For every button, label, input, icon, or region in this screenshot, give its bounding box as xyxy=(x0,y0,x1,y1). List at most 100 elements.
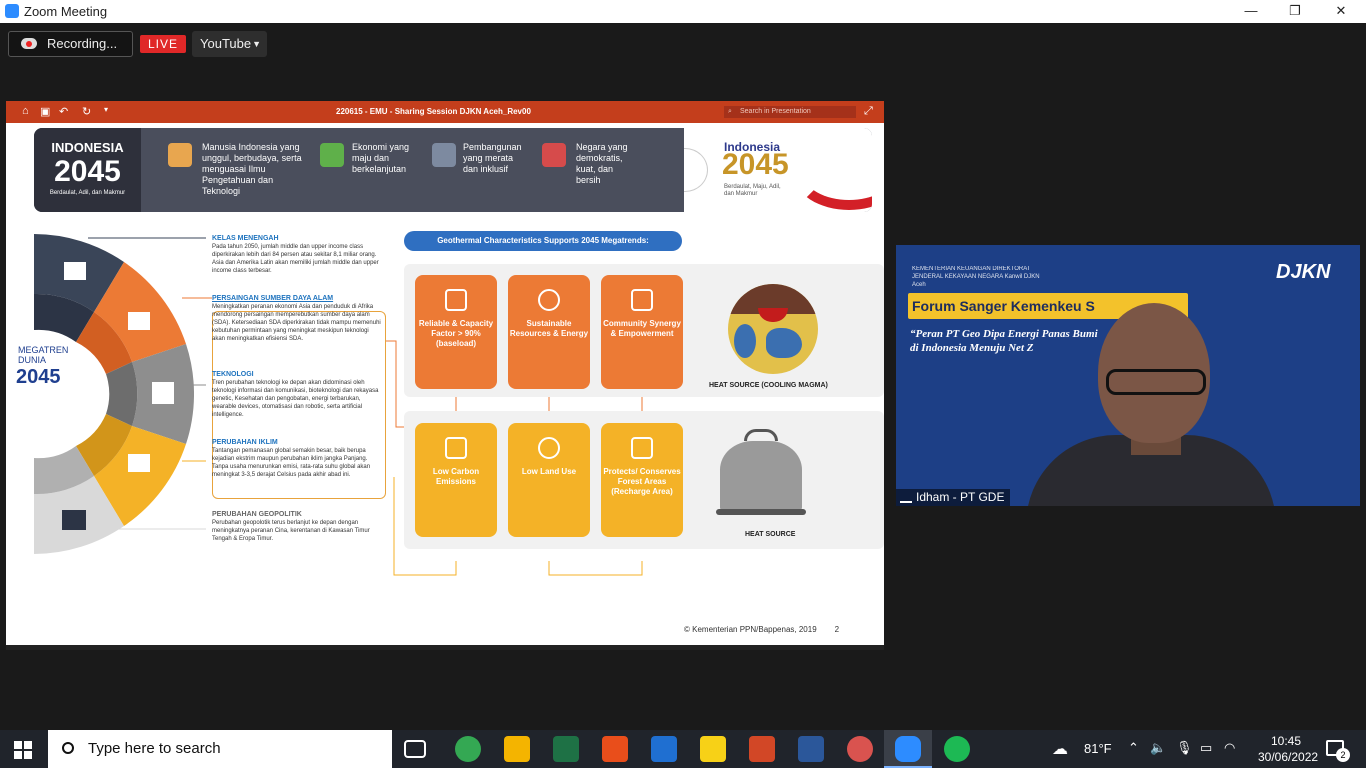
zoom-taskbar-button[interactable] xyxy=(884,730,932,768)
card-forest: Protects/ Conserves Forest Areas (Rechar… xyxy=(601,423,683,537)
taskbar-search-placeholder: Type here to search xyxy=(88,740,221,757)
word-icon[interactable] xyxy=(798,736,824,762)
trend-title: TEKNOLOGI xyxy=(212,371,254,378)
shield-check-icon xyxy=(631,437,653,459)
window-title: Zoom Meeting xyxy=(24,4,108,19)
record-dot-icon xyxy=(26,41,32,47)
spotify-icon[interactable] xyxy=(944,736,970,762)
card-label: Sustainable Resources & Energy xyxy=(509,319,589,338)
card-label: Protects/ Conserves Forest Areas (Rechar… xyxy=(603,467,681,496)
system-clock[interactable]: 10:45 30/06/2022 xyxy=(1258,733,1319,765)
zoom-app-icon xyxy=(895,736,921,762)
snipping-tool-icon[interactable] xyxy=(847,736,873,762)
trend-text: Pada tahun 2050, jumlah middle dan upper… xyxy=(212,244,379,274)
trend-title: KELAS MENENGAH xyxy=(212,235,279,242)
trend-middle-class: KELAS MENENGAH Pada tahun 2050, jumlah m… xyxy=(212,235,382,275)
heat-source-label-2: HEAT SOURCE xyxy=(745,531,796,538)
slide-footer: © Kementerian PPN/Bappenas, 2019 2 xyxy=(684,625,839,634)
kettle-lid xyxy=(744,429,778,441)
trend-text: Tantangan pemanasan global semakin besar… xyxy=(212,448,371,478)
taskbar-search-input[interactable]: Type here to search xyxy=(48,730,392,768)
meeting-stage: Recording... LIVE YouTube ▼ ⌂ ▣ ↶ ↻ ▾ 22… xyxy=(0,23,1366,730)
close-button[interactable]: ✕ xyxy=(1318,0,1364,23)
battery-icon[interactable]: ▭ xyxy=(1200,740,1212,756)
trend-text: Perubahan geopolotik terus berlanjut ke … xyxy=(212,520,370,542)
earth-magma-graphic xyxy=(728,284,818,374)
glasses xyxy=(1106,369,1206,395)
maximize-button[interactable]: ❐ xyxy=(1272,0,1318,23)
fuel-icon xyxy=(445,437,467,459)
excel-icon[interactable] xyxy=(553,736,579,762)
weather-cloud-icon[interactable]: ☁ xyxy=(1052,739,1068,759)
battery-icon xyxy=(445,289,467,311)
file-explorer-icon[interactable] xyxy=(504,736,530,762)
card-low-carbon: Low Carbon Emissions xyxy=(415,423,497,537)
geothermal-title: Geothermal Characteristics Supports 2045… xyxy=(404,231,682,251)
trend-text: Meningkatkan peranan ekonomi Asia dan pe… xyxy=(212,304,381,342)
minimize-button[interactable]: — xyxy=(1228,0,1274,23)
trend-technology: TEKNOLOGI Tren perubahan teknologi ke de… xyxy=(212,371,382,419)
card-label: Community Synergy & Empowerment xyxy=(603,319,681,338)
leaf-bulb-icon xyxy=(538,289,560,311)
participant-person xyxy=(1026,295,1286,506)
chevron-up-icon[interactable]: ⌃ xyxy=(1128,740,1139,756)
chrome-icon[interactable] xyxy=(455,736,481,762)
windows-taskbar: Type here to search ☁ 81°F ⌃ 🔈 🎙 ▭ ◠ 10:… xyxy=(0,730,1366,768)
stream-target-label: YouTube xyxy=(200,36,252,51)
ministry-logo-text: KEMENTERIAN KEUANGAN DIREKTORAT JENDERAL… xyxy=(912,266,1040,288)
heat-source-label-1: HEAT SOURCE (COOLING MAGMA) xyxy=(709,382,828,389)
trend-geopolitics: PERUBAHAN GEOPOLITIK Perubahan geopoloti… xyxy=(212,511,382,543)
trend-title: PERUBAHAN IKLIM xyxy=(212,439,278,446)
participant-name-tag: Idham - PT GDE xyxy=(896,489,1011,506)
card-reliable: Reliable & Capacity Factor > 90% (baselo… xyxy=(415,275,497,389)
page-number: 2 xyxy=(834,625,840,634)
task-view-icon[interactable] xyxy=(404,740,426,758)
participant-name: Idham - PT GDE xyxy=(916,490,1005,504)
kettle-graphic xyxy=(716,429,806,515)
notification-count: 2 xyxy=(1336,748,1350,762)
window-titlebar: Zoom Meeting — ❐ ✕ xyxy=(0,0,1366,23)
card-label: Reliable & Capacity Factor > 90% (baselo… xyxy=(418,319,494,348)
recording-label: Recording... xyxy=(47,36,118,51)
trend-natural-resources: PERSAINGAN SUMBER DAYA ALAM Meningkatkan… xyxy=(212,295,382,343)
trend-title: PERUBAHAN GEOPOLITIK xyxy=(212,511,302,518)
card-sustainable: Sustainable Resources & Energy xyxy=(508,275,590,389)
signal-bars-icon xyxy=(900,493,912,503)
leaf-icon xyxy=(538,437,560,459)
kettle-base xyxy=(716,509,806,515)
windows-start-icon[interactable] xyxy=(14,741,32,759)
clock-time: 10:45 xyxy=(1270,734,1302,748)
djkn-logo: DJKN xyxy=(1276,261,1331,283)
continent-shape xyxy=(766,328,802,358)
card-low-land-use: Low Land Use xyxy=(508,423,590,537)
live-badge[interactable]: LIVE xyxy=(140,35,186,53)
security-app-icon[interactable] xyxy=(651,736,677,762)
wifi-icon[interactable]: ◠ xyxy=(1224,740,1235,756)
continent-shape xyxy=(734,324,756,358)
card-label: Low Carbon Emissions xyxy=(432,467,480,486)
weather-temp[interactable]: 81°F xyxy=(1084,741,1112,756)
clock-date: 30/06/2022 xyxy=(1258,750,1319,764)
trend-climate-change: PERUBAHAN IKLIM Tantangan pemanasan glob… xyxy=(212,439,382,479)
notification-center-icon[interactable]: 2 xyxy=(1326,740,1350,762)
slide-bottom-bar xyxy=(6,645,884,650)
card-label: Low Land Use xyxy=(521,467,577,476)
zoom-icon xyxy=(5,4,19,18)
speaker-icon[interactable]: 🔈 xyxy=(1150,740,1166,756)
community-icon xyxy=(631,289,653,311)
copyright-text: © Kementerian PPN/Bappenas, 2019 xyxy=(684,625,817,634)
shared-presentation: ⌂ ▣ ↶ ↻ ▾ 220615 - EMU - Sharing Session… xyxy=(6,101,884,650)
powerpoint-icon[interactable] xyxy=(749,736,775,762)
recording-indicator[interactable]: Recording... xyxy=(8,31,133,57)
chevron-down-icon: ▼ xyxy=(252,39,261,49)
card-community: Community Synergy & Empowerment xyxy=(601,275,683,389)
participant-video[interactable]: KEMENTERIAN KEUANGAN DIREKTORAT JENDERAL… xyxy=(896,245,1360,506)
sticky-notes-icon[interactable] xyxy=(700,736,726,762)
magma-core xyxy=(758,308,788,322)
trend-text: Tren perubahan teknologi ke depan akan d… xyxy=(212,380,379,418)
trend-title: PERSAINGAN SUMBER DAYA ALAM xyxy=(212,295,334,302)
acrobat-icon[interactable] xyxy=(602,736,628,762)
search-icon xyxy=(62,742,74,754)
stream-target-dropdown[interactable]: YouTube ▼ xyxy=(192,31,267,57)
microphone-icon[interactable]: 🎙 xyxy=(1176,740,1193,756)
